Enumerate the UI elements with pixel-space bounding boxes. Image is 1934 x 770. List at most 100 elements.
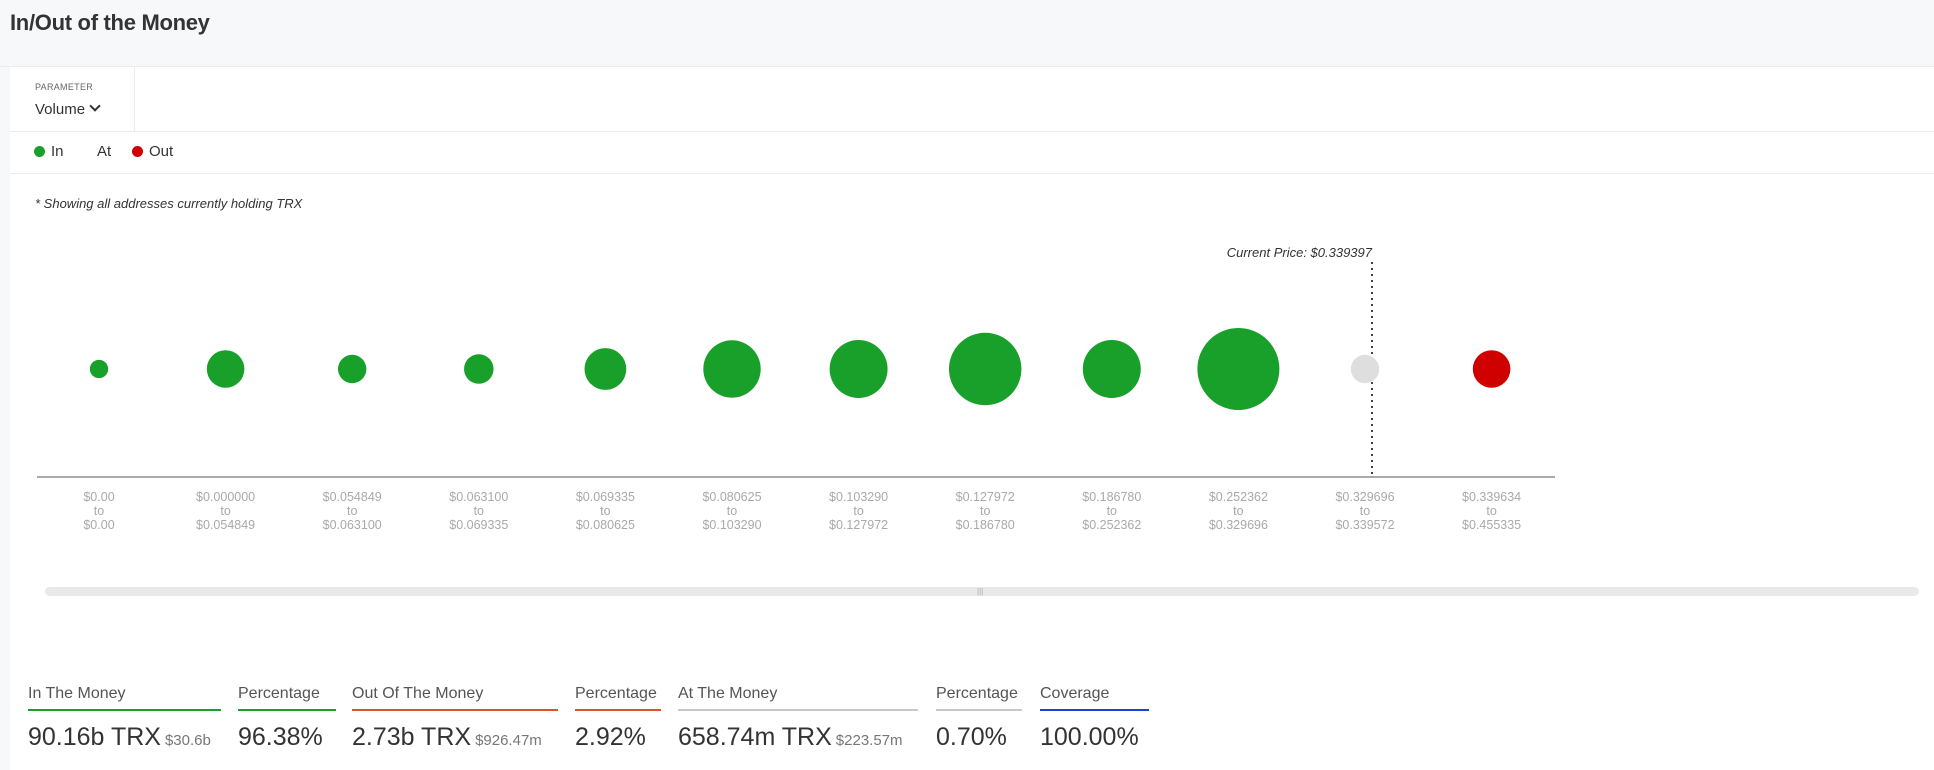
stat-value: 2.73b TRX $926.47m — [352, 723, 558, 752]
x-tick-label: $0.054849 — [196, 518, 255, 532]
bubble-in — [829, 340, 888, 398]
stat-underline — [352, 709, 558, 711]
x-tick-label: $0.080625 — [702, 490, 761, 504]
x-tick-label: to — [1107, 504, 1117, 518]
stat-value: 2.92% — [575, 723, 661, 752]
x-tick-label: $0.339634 — [1462, 490, 1521, 504]
x-tick-label: $0.127972 — [956, 490, 1015, 504]
stat-label: Out Of The Money — [352, 685, 484, 702]
stat-value: 96.38% — [238, 723, 336, 752]
x-tick-label: $0.339572 — [1335, 518, 1394, 532]
stat-at-percentage: Percentage 0.70% — [936, 685, 1022, 752]
bubble-in — [464, 354, 494, 384]
page-title: In/Out of the Money — [10, 10, 210, 35]
stat-main-value: 90.16b TRX — [28, 723, 161, 751]
legend-item-at[interactable]: At — [80, 143, 111, 160]
legend-dot-out — [132, 146, 143, 157]
stat-sub-value: $223.57m — [835, 732, 903, 749]
x-tick-label: $0.00 — [83, 490, 114, 504]
stat-value: 0.70% — [936, 723, 1022, 752]
stat-underline — [678, 709, 918, 711]
stat-out-of-the-money: Out Of The Money 2.73b TRX $926.47m — [352, 685, 558, 752]
parameter-value: Volume — [35, 101, 86, 118]
stat-main-value: 100.00% — [1040, 723, 1139, 751]
x-tick-label: $0.080625 — [576, 518, 635, 532]
legend-dot-at — [80, 146, 91, 157]
stat-sub-value: $926.47m — [475, 732, 542, 749]
stat-in-percentage: Percentage 96.38% — [238, 685, 336, 752]
x-tick-label: to — [727, 504, 737, 518]
x-tick-label: $0.127972 — [829, 518, 888, 532]
stat-label: Percentage — [936, 685, 1018, 702]
x-tick-label: $0.103290 — [702, 518, 761, 532]
x-tick-label: to — [94, 504, 104, 518]
bubble-in — [584, 348, 627, 390]
stat-coverage: Coverage 100.00% — [1040, 685, 1149, 752]
bubble-in — [1197, 328, 1280, 410]
stat-main-value: 96.38% — [238, 723, 323, 751]
stat-underline — [28, 709, 221, 711]
chart-scrollbar[interactable]: ||| — [45, 587, 1919, 596]
stat-main-value: 2.73b TRX — [352, 723, 472, 751]
stat-underline — [1040, 709, 1149, 711]
bubble-in — [948, 332, 1022, 406]
x-tick-label: to — [347, 504, 357, 518]
x-tick-label: to — [1360, 504, 1370, 518]
stat-value: 658.74m TRX $223.57m — [678, 723, 918, 752]
x-tick-label: $0.103290 — [829, 490, 888, 504]
legend-item-in[interactable]: In — [34, 143, 64, 160]
parameter-label: PARAMETER — [35, 82, 94, 92]
bubble-in — [89, 359, 109, 379]
bubble-in — [703, 340, 761, 398]
stat-label: At The Money — [678, 685, 778, 702]
bubble-in — [337, 354, 367, 384]
x-tick-label: to — [980, 504, 990, 518]
x-tick-label: $0.329696 — [1335, 490, 1394, 504]
x-tick-label: $0.455335 — [1462, 518, 1521, 532]
divider — [10, 173, 1934, 174]
x-tick-label: $0.252362 — [1209, 490, 1268, 504]
stat-label: Percentage — [238, 685, 320, 702]
x-tick-label: $0.186780 — [1082, 490, 1141, 504]
stat-main-value: 0.70% — [936, 723, 1007, 751]
x-tick-label: $0.186780 — [956, 518, 1015, 532]
page-header: In/Out of the Money — [0, 0, 1934, 67]
bubble-in — [206, 350, 245, 388]
stat-label: In The Money — [28, 685, 126, 702]
x-tick-label: $0.00 — [83, 518, 114, 532]
stat-sub-value: $30.6b — [164, 732, 211, 749]
stat-main-value: 2.92% — [575, 723, 646, 751]
x-tick-label: to — [1233, 504, 1243, 518]
stat-label: Percentage — [575, 685, 657, 702]
stat-out-percentage: Percentage 2.92% — [575, 685, 661, 752]
x-tick-label: to — [220, 504, 230, 518]
x-tick-label: $0.069335 — [449, 518, 508, 532]
stat-at-the-money: At The Money 658.74m TRX $223.57m — [678, 685, 918, 752]
current-price-label: Current Price: $0.339397 — [1227, 245, 1373, 260]
parameter-dropdown[interactable]: Volume — [35, 100, 101, 118]
x-tick-label: $0.329696 — [1209, 518, 1268, 532]
divider — [10, 131, 1934, 132]
legend-item-out[interactable]: Out — [132, 143, 173, 160]
legend-label-out: Out — [149, 143, 174, 160]
stat-value: 100.00% — [1040, 723, 1149, 752]
scroll-grip-icon[interactable]: ||| — [977, 587, 983, 596]
x-tick-label: $0.252362 — [1082, 518, 1141, 532]
legend-label-in: In — [51, 143, 64, 160]
parameter-selector: PARAMETER Volume — [10, 67, 135, 131]
stat-in-the-money: In The Money 90.16b TRX $30.6b — [28, 685, 221, 752]
x-tick-label: to — [600, 504, 610, 518]
x-tick-label: to — [474, 504, 484, 518]
x-tick-label: $0.054849 — [323, 490, 382, 504]
x-tick-label: to — [853, 504, 863, 518]
stat-underline — [936, 709, 1022, 711]
bubble-in — [1082, 340, 1141, 398]
x-tick-label: $0.000000 — [196, 490, 255, 504]
legend-label-at: At — [97, 143, 112, 160]
bubble-chart: Current Price: $0.339397$0.00to$0.00$0.0… — [37, 245, 1555, 532]
chevron-down-icon — [89, 100, 101, 112]
stat-main-value: 658.74m TRX — [678, 723, 832, 751]
bubble-out — [1472, 350, 1511, 388]
chart-card: PARAMETER Volume In At Out * Showing all… — [10, 67, 1934, 770]
x-tick-label: $0.063100 — [323, 518, 382, 532]
